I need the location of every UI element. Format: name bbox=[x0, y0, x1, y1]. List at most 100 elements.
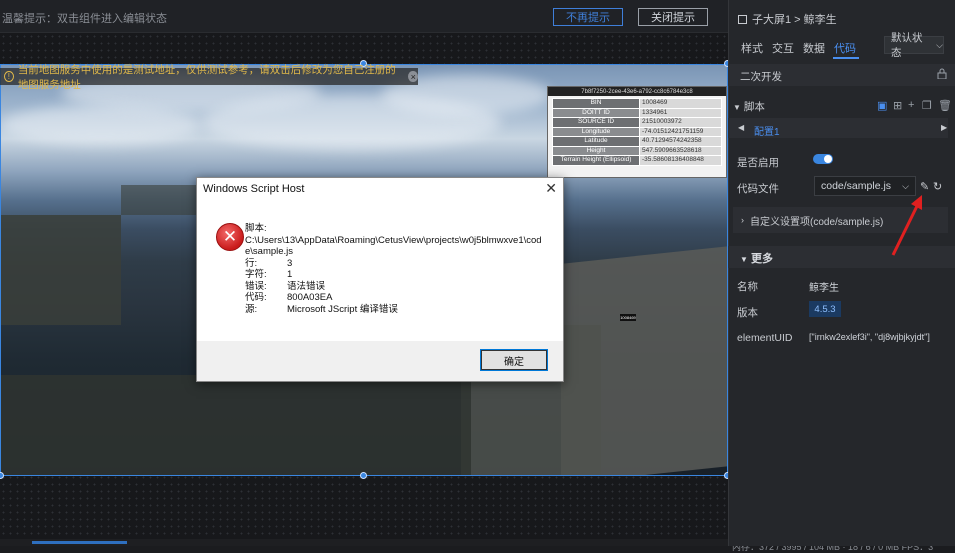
add-icon[interactable]: + bbox=[908, 99, 914, 111]
prop-uid-label: elementUID bbox=[737, 332, 793, 344]
detail-key: 源: bbox=[245, 303, 258, 315]
chevron-left-icon[interactable]: ◀ bbox=[738, 123, 744, 132]
info-value: 547.5909663528618 bbox=[639, 145, 722, 156]
info-table: BIN 1008469 DOITT ID 1334961 SOURCE ID 215100… bbox=[552, 98, 722, 166]
detail-value: 800A03EA bbox=[287, 292, 333, 303]
detail-value: Microsoft JScript 编译错误 bbox=[287, 303, 398, 315]
enable-label: 是否启用 bbox=[737, 157, 779, 169]
info-popup-id: 7b8f7250-2cee-43e6-a792-cc8c6784e3c8 bbox=[581, 88, 693, 95]
info-key: Latitude bbox=[552, 136, 640, 147]
close-tip-button[interactable]: 关闭提示 bbox=[638, 8, 708, 26]
enable-toggle[interactable] bbox=[813, 154, 833, 164]
more-title-text: 更多 bbox=[750, 253, 773, 265]
script-path: C:\Users\13\AppData\Roaming\CetusView\pr… bbox=[245, 234, 542, 246]
land-area bbox=[121, 185, 201, 215]
chevron-right-icon[interactable]: ▶ bbox=[941, 123, 947, 132]
state-select-value: 默认状态 bbox=[891, 32, 923, 59]
cloud-shape bbox=[1, 105, 201, 145]
script-title-text: 脚本 bbox=[743, 101, 765, 113]
no-remind-button[interactable]: 不再提示 bbox=[553, 8, 623, 26]
info-key: Height bbox=[552, 145, 640, 156]
info-value: 1008469 bbox=[639, 98, 722, 109]
grid-icon[interactable]: ⊞ bbox=[893, 99, 902, 112]
config-tab[interactable]: 配置1 bbox=[754, 123, 780, 138]
dialog-message: 脚本: C:\Users\13\AppData\Roaming\CetusVie… bbox=[245, 223, 545, 315]
detail-key: 字符: bbox=[245, 269, 267, 280]
warning-icon: ! bbox=[4, 71, 14, 82]
chevron-down-icon: ▼ bbox=[733, 103, 741, 112]
info-key: Terrain Height (Ellipsoid) bbox=[552, 155, 640, 166]
info-row: Height 547.5909663528618 bbox=[552, 145, 722, 156]
info-value: 40.71294574242358 bbox=[639, 136, 722, 147]
dialog-title: Windows Script Host bbox=[203, 183, 305, 195]
detail-key: 代码: bbox=[245, 292, 267, 303]
info-popup-header: 7b8f7250-2cee-43e6-a792-cc8c6784e3c8 bbox=[548, 87, 726, 96]
map-warning-bar: ! 当前地图服务中使用的是测试地址，仅供测试参考，请双击后修改为您自己注册的地图… bbox=[0, 64, 418, 91]
info-row: Terrain Height (Ellipsoid) -35.5860813640… bbox=[552, 155, 722, 166]
prop-name-label: 名称 bbox=[737, 281, 758, 293]
chevron-down-icon: ▼ bbox=[740, 255, 748, 264]
prop-uid-value: ["irnkw2exlef3i", "dj8wjbjkyjdt"] bbox=[809, 332, 930, 342]
codefile-value: code/sample.js bbox=[821, 180, 892, 192]
info-row: DOITT ID 1334961 bbox=[552, 107, 722, 118]
custom-settings-label: 自定义设置项(code/sample.js) bbox=[750, 216, 884, 228]
script-path: e\sample.js bbox=[245, 246, 294, 257]
more-section-title: ▼ 更多 bbox=[740, 250, 773, 266]
map-warning-text: 当前地图服务中使用的是测试地址，仅供测试参考，请双击后修改为您自己注册的地图服务… bbox=[17, 63, 396, 91]
dev-section-title: 二次开发 bbox=[740, 71, 782, 83]
scrollbar-thumb[interactable] bbox=[32, 541, 127, 544]
chevron-down-icon: ⌵ bbox=[902, 180, 909, 191]
dialog-detail-row: 错误: 语法错误 bbox=[245, 281, 545, 293]
prop-version-label: 版本 bbox=[737, 307, 758, 319]
info-key: Longitude bbox=[552, 126, 640, 137]
tab-interaction[interactable]: 交互 bbox=[772, 40, 794, 56]
tab-style[interactable]: 样式 bbox=[741, 40, 763, 56]
detail-value: 语法错误 bbox=[287, 280, 326, 292]
component-icon bbox=[738, 14, 747, 24]
chevron-down-icon: ⌵ bbox=[936, 39, 943, 50]
prop-name-value: 鲸李生 bbox=[809, 283, 839, 294]
detail-value: 1 bbox=[287, 269, 293, 280]
dialog-detail-row: 代码: 800A03EA bbox=[245, 292, 545, 304]
breadcrumb-text: 子大屏1 > 鲸李生 bbox=[752, 14, 837, 26]
edit-tip-text: 温馨提示：双击组件进入编辑状态 bbox=[2, 13, 167, 25]
error-icon: ✕ bbox=[216, 223, 244, 251]
lock-icon[interactable] bbox=[937, 68, 947, 79]
info-value: 21510003972 bbox=[639, 117, 722, 128]
annotation-arrow bbox=[891, 195, 922, 256]
info-row: BIN 1008469 bbox=[552, 98, 722, 109]
resize-handle[interactable] bbox=[360, 472, 367, 479]
canvas-scrollbar[interactable] bbox=[0, 539, 728, 546]
state-select[interactable]: 默认状态 ⌵ bbox=[884, 32, 944, 59]
dialog-detail-row: 字符: 1 bbox=[245, 269, 545, 281]
copy-icon[interactable]: ❐ bbox=[922, 99, 932, 112]
detail-key: 错误: bbox=[245, 280, 267, 292]
script-error-dialog: Windows Script Host ✕ ✕ 脚本: C:\Users\13\… bbox=[196, 177, 564, 382]
detail-key: 行: bbox=[245, 257, 258, 269]
layout-icon[interactable]: ▣ bbox=[877, 99, 887, 112]
close-warning-icon[interactable]: × bbox=[408, 71, 418, 82]
tab-code[interactable]: 代码 bbox=[834, 40, 856, 56]
info-row: Longitude -74.01512421751159 bbox=[552, 126, 722, 137]
codefile-label: 代码文件 bbox=[737, 183, 779, 195]
detail-value: 3 bbox=[287, 257, 293, 269]
ok-button[interactable]: 确定 bbox=[480, 349, 548, 371]
info-value: 1334961 bbox=[639, 107, 722, 118]
close-icon[interactable]: ✕ bbox=[545, 180, 557, 197]
tab-data[interactable]: 数据 bbox=[803, 40, 825, 56]
active-tab-indicator bbox=[833, 57, 859, 59]
version-badge: 4.5.3 bbox=[809, 301, 841, 317]
chevron-right-icon: › bbox=[741, 215, 744, 225]
info-row: Latitude 40.71294574242358 bbox=[552, 136, 722, 147]
refresh-icon[interactable]: ↻ bbox=[933, 180, 942, 193]
script-section-title[interactable]: ▼ 脚本 bbox=[733, 99, 765, 114]
panel-breadcrumb: 子大屏1 > 鲸李生 bbox=[738, 11, 837, 27]
dialog-detail-row: 源: Microsoft JScript 编译错误 bbox=[245, 304, 545, 316]
info-value: -35.58608136408848 bbox=[639, 155, 722, 166]
building-info-popup: 7b8f7250-2cee-43e6-a792-cc8c6784e3c8 BIN… bbox=[547, 86, 727, 178]
delete-icon[interactable]: 🗑 bbox=[938, 99, 952, 112]
dialog-detail-row: 行: 3 bbox=[245, 258, 545, 270]
building-marker[interactable]: 1008469 bbox=[620, 314, 636, 321]
info-value: -74.01512421751159 bbox=[639, 126, 722, 137]
info-key: BIN bbox=[552, 98, 640, 109]
